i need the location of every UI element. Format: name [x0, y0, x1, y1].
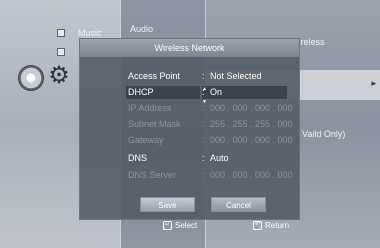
gateway-row: Gateway : 000 . 000 . 000 . 000 [80, 134, 299, 147]
arrow-right-icon: ▸ [371, 78, 376, 88]
audio-menu-label: Audio [130, 24, 154, 34]
dhcp-label: DHCP [128, 87, 154, 97]
enter-key-icon: ↵ [163, 221, 172, 231]
row-colon: : [202, 135, 205, 145]
wireless-network-dialog: Wireless Network Access Point : Not Sele… [79, 38, 300, 220]
dns-server-value: 000 . 000 . 000 . 000 [210, 170, 293, 180]
access-point-label: Access Point [128, 71, 181, 81]
dns-label: DNS [128, 153, 148, 163]
return-hint: ↶ Return [253, 221, 290, 231]
select-hint-label: Select [175, 221, 198, 230]
tv-screen: Music Audio Network Selection : Wireless… [0, 0, 380, 248]
return-hint-label: Return [265, 221, 290, 230]
dns-row[interactable]: DNS : Auto [80, 152, 299, 165]
dns-value: Auto [210, 153, 229, 163]
row-colon: : [202, 103, 205, 113]
subnet-mask-row: Subnet Mask : 255 . 255 . 255 . 000 [80, 118, 299, 131]
ip-address-label: IP Address [128, 103, 172, 113]
subnet-mask-label: Subnet Mask [128, 119, 181, 129]
disc-icon [18, 65, 44, 91]
subnet-mask-value: 255 . 255 . 255 . 000 [210, 119, 293, 129]
select-hint: ↵ Select [163, 221, 198, 231]
gear-icon: ⚙ [48, 62, 70, 89]
dns-server-label: DNS Server [128, 170, 177, 180]
photo-icon [57, 48, 65, 56]
return-key-icon: ↶ [253, 221, 262, 231]
music-icon [57, 29, 65, 37]
cancel-button[interactable]: Cancel [211, 197, 266, 212]
row-colon: : [202, 170, 205, 180]
ip-address-value: 000 . 000 . 000 . 000 [210, 103, 293, 113]
dhcp-row[interactable]: DHCP ▲ : On ▼ [80, 86, 299, 105]
row-colon: : [202, 71, 205, 81]
background-note-text: Vaild Only) [302, 129, 346, 139]
row-colon: : [202, 119, 205, 129]
gateway-value: 000 . 000 . 000 . 000 [210, 135, 293, 145]
access-point-value: Not Selected [210, 71, 262, 81]
dhcp-value: On [210, 87, 223, 97]
gateway-label: Gateway [128, 135, 164, 145]
ip-address-row: IP Address : 000 . 000 . 000 . 000 [80, 102, 299, 115]
footer-hints: ↵ Select ↶ Return [79, 220, 300, 234]
dialog-title: Wireless Network [80, 39, 299, 57]
save-button[interactable]: Save [140, 197, 195, 212]
dns-server-row: DNS Server : 000 . 000 . 000 . 000 [80, 169, 299, 182]
access-point-row[interactable]: Access Point : Not Selected [80, 70, 299, 83]
music-menu-label: Music [78, 28, 102, 38]
row-colon: : [202, 153, 205, 163]
